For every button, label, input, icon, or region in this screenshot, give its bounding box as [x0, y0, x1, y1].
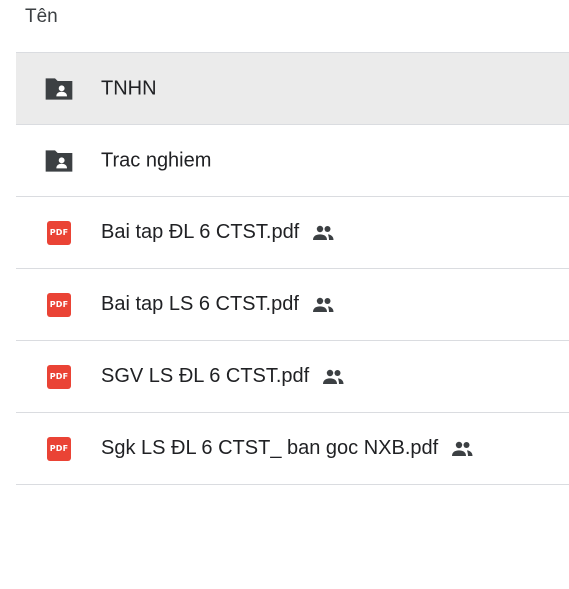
- file-row-trac-nghiem[interactable]: Trac nghiem: [16, 125, 569, 197]
- file-name: Bai tap ĐL 6 CTST.pdf: [101, 221, 300, 243]
- file-name: Trac nghiem: [101, 149, 212, 171]
- file-name: Bai tap LS 6 CTST.pdf: [101, 293, 299, 315]
- pdf-icon: PDF: [43, 433, 75, 465]
- shared-people-icon: [321, 365, 345, 389]
- file-row-bai-tap-dl[interactable]: PDF Bai tap ĐL 6 CTST.pdf: [16, 197, 569, 269]
- file-row-sgk-ls-dl[interactable]: PDF Sgk LS ĐL 6 CTST_ ban goc NXB.pdf: [16, 413, 569, 485]
- column-header-name[interactable]: Tên: [25, 6, 58, 28]
- file-name: SGV LS ĐL 6 CTST.pdf: [101, 365, 310, 387]
- pdf-icon: PDF: [43, 289, 75, 321]
- shared-folder-icon: [43, 73, 75, 105]
- shared-people-icon: [450, 437, 474, 461]
- shared-people-icon: [311, 293, 335, 317]
- pdf-icon: PDF: [43, 361, 75, 393]
- shared-people-icon: [311, 221, 335, 245]
- file-row-bai-tap-ls[interactable]: PDF Bai tap LS 6 CTST.pdf: [16, 269, 569, 341]
- file-name: Sgk LS ĐL 6 CTST_ ban goc NXB.pdf: [101, 437, 439, 459]
- file-list: TNHN Trac nghiem PDF Bai tap ĐL 6 CTST.p…: [16, 52, 569, 485]
- shared-folder-icon: [43, 145, 75, 177]
- pdf-icon: PDF: [43, 217, 75, 249]
- file-row-tnhn[interactable]: TNHN: [16, 53, 569, 125]
- file-row-sgv-ls-dl[interactable]: PDF SGV LS ĐL 6 CTST.pdf: [16, 341, 569, 413]
- file-name: TNHN: [101, 77, 157, 99]
